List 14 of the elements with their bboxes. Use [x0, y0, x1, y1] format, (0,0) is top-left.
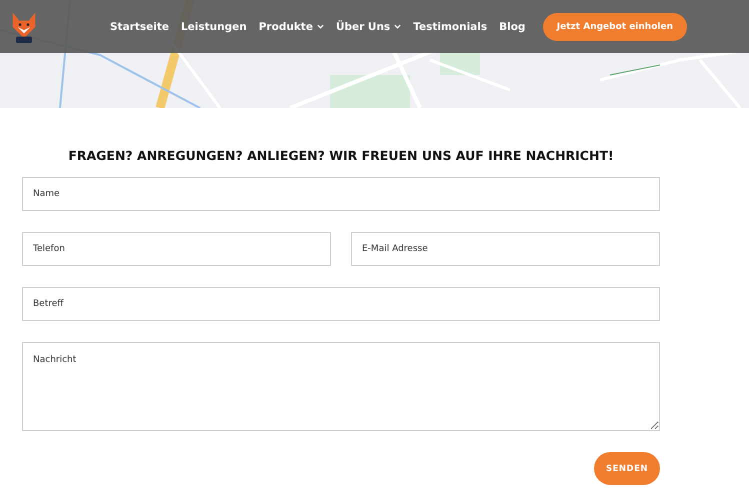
input-field[interactable]: E-Mail Adresse: [351, 232, 660, 266]
input-field[interactable]: Telefon: [22, 232, 331, 266]
nav-link[interactable]: Startseite: [110, 20, 169, 32]
input-field[interactable]: Name: [22, 177, 660, 211]
nav-link[interactable]: Leistungen: [180, 20, 247, 32]
nav-link[interactable]: Produkte: [258, 20, 324, 32]
nav-link[interactable]: Über Uns: [336, 20, 402, 32]
caret-icon: [394, 24, 402, 29]
input-field[interactable]: Betreff: [22, 287, 660, 321]
form-heading: FRAGEN? ANREGUNGEN? ANLIEGEN? WIR FREUEN UNS AUF IHRE NACHRICHT!: [67, 148, 615, 163]
nav-link[interactable]: Testimonials: [413, 20, 488, 32]
nav-link[interactable]: Blog: [499, 20, 526, 32]
caret-icon: [316, 24, 324, 29]
message-field[interactable]: Nachricht: [22, 342, 660, 431]
